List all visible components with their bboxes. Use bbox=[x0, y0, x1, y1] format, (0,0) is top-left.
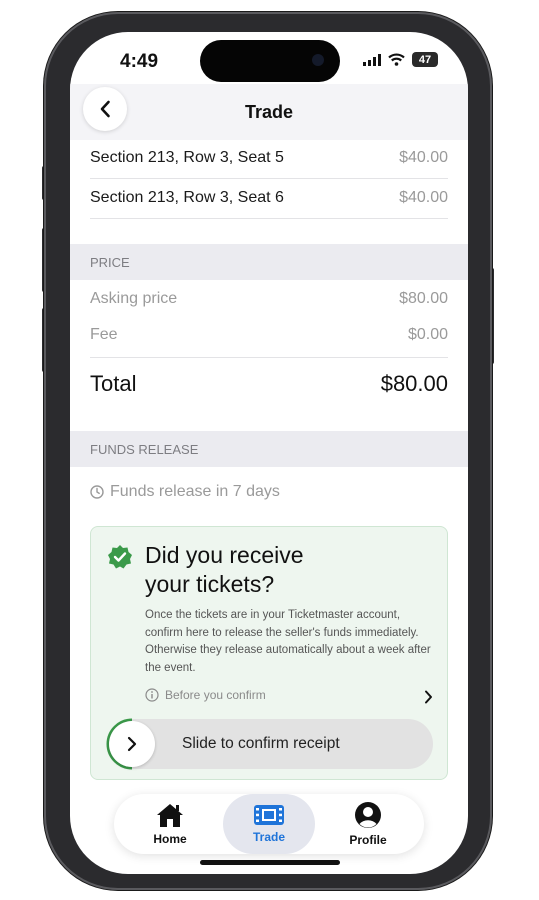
ticket-row: Section 213, Row 3, Seat 5 $40.00 bbox=[90, 149, 448, 167]
ticket-icon bbox=[254, 805, 284, 825]
divider bbox=[90, 357, 448, 358]
confirm-receipt-card: Did you receive your tickets? Once the t… bbox=[90, 526, 448, 780]
confirm-card-title: Did you receive your tickets? bbox=[145, 542, 304, 597]
info-icon bbox=[145, 688, 159, 702]
before-you-confirm-label: Before you confirm bbox=[165, 688, 266, 702]
chevron-right-icon[interactable] bbox=[424, 690, 433, 704]
divider bbox=[90, 218, 448, 219]
before-you-confirm-link[interactable]: Before you confirm bbox=[145, 688, 266, 702]
slider-handle[interactable] bbox=[109, 721, 155, 767]
status-time: 4:49 bbox=[120, 51, 159, 72]
wifi-icon bbox=[388, 53, 405, 66]
battery-indicator: 47 bbox=[412, 52, 438, 67]
tab-trade[interactable]: Trade bbox=[223, 794, 315, 854]
slide-to-confirm-slider[interactable]: Slide to confirm receipt bbox=[106, 718, 433, 770]
dynamic-island bbox=[200, 40, 340, 82]
status-icons: 47 bbox=[363, 52, 438, 67]
total-label: Total bbox=[90, 371, 137, 396]
fee-label: Fee bbox=[90, 326, 118, 343]
home-icon bbox=[157, 804, 183, 827]
price-section-header: PRICE bbox=[70, 244, 468, 280]
tab-home-label: Home bbox=[153, 832, 187, 846]
tab-bar: Home Trade Profile bbox=[114, 794, 424, 854]
verified-check-icon bbox=[108, 545, 132, 569]
asking-price-row: Asking price $80.00 bbox=[90, 290, 448, 308]
page-title: Trade bbox=[244, 102, 294, 122]
tab-profile[interactable]: Profile bbox=[322, 794, 414, 854]
funds-section-header: FUNDS RELEASE bbox=[70, 431, 468, 467]
total-value: $80.00 bbox=[380, 371, 448, 396]
tab-trade-label: Trade bbox=[252, 830, 285, 844]
tab-profile-label: Profile bbox=[349, 833, 387, 847]
tab-home[interactable]: Home bbox=[124, 794, 216, 854]
divider bbox=[90, 178, 448, 179]
phone-screen: 4:49 47 Trade Section 213, Row 3, Seat 5… bbox=[70, 32, 468, 874]
funds-release-info: Funds release in 7 days bbox=[90, 483, 448, 501]
fee-value: $0.00 bbox=[407, 326, 448, 343]
funds-release-text: Funds release in 7 days bbox=[110, 483, 280, 500]
slider-label: Slide to confirm receipt bbox=[182, 735, 340, 752]
chevron-right-icon bbox=[127, 736, 137, 752]
asking-price-value: $80.00 bbox=[399, 290, 448, 307]
ticket-seat: Section 213, Row 3, Seat 6 bbox=[90, 189, 284, 206]
ticket-price: $40.00 bbox=[399, 189, 448, 206]
clock-icon bbox=[90, 485, 104, 499]
ticket-seat: Section 213, Row 3, Seat 5 bbox=[90, 149, 284, 166]
asking-price-label: Asking price bbox=[90, 290, 178, 307]
profile-icon bbox=[355, 802, 381, 828]
total-row: Total $80.00 bbox=[90, 371, 448, 397]
ticket-row: Section 213, Row 3, Seat 6 $40.00 bbox=[90, 189, 448, 207]
home-indicator[interactable] bbox=[200, 860, 340, 865]
nav-bar: Trade bbox=[70, 84, 468, 140]
confirm-card-body: Once the tickets are in your Ticketmaste… bbox=[145, 609, 431, 674]
ticket-price: $40.00 bbox=[399, 149, 448, 166]
signal-icon bbox=[363, 53, 381, 66]
fee-row: Fee $0.00 bbox=[90, 326, 448, 344]
